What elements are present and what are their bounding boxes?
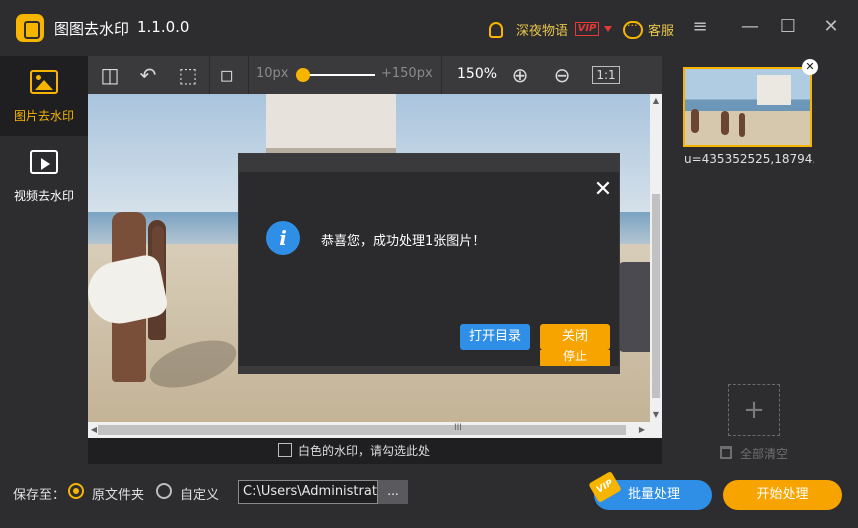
white-watermark-checkbox[interactable]	[278, 443, 292, 457]
user-icon[interactable]	[489, 22, 503, 38]
vip-badge[interactable]: VIP	[575, 22, 599, 36]
save-to-label: 保存至：	[13, 488, 66, 503]
editor-toolbar: ◫ ↶ ⬚ ◇ 10px +150px ⊕ ⊖ 1:1	[88, 56, 662, 94]
undo-icon[interactable]: ↶	[134, 61, 162, 89]
start-process-button[interactable]: 开始处理	[723, 480, 842, 510]
thumbnail-photo	[739, 113, 745, 137]
brush-size-slider[interactable]	[303, 74, 375, 76]
white-watermark-label[interactable]: 白色的水印，请勾选此处	[298, 442, 430, 459]
sidebar-item-label: 图片去水印	[13, 109, 74, 123]
sidebar-item-label: 视频去水印	[13, 189, 74, 203]
dialog-backdrop-header	[239, 154, 619, 172]
original-folder-label[interactable]: 原文件夹	[92, 484, 144, 503]
title-bar: 图图去水印 1.1.0.0 深夜物语 VIP 客服 ≡ — ☐ ✕	[0, 0, 858, 56]
vertical-scroll-thumb[interactable]	[652, 194, 660, 398]
split-view-icon[interactable]: ◫	[96, 61, 124, 89]
scroll-grip: III	[454, 423, 462, 433]
radio-custom-folder[interactable]	[156, 483, 172, 499]
success-dialog: ✕ i 恭喜您，成功处理1张图片！ 打开目录 关闭	[239, 172, 619, 350]
sidebar-item-video-watermark[interactable]: 视频去水印	[0, 136, 88, 216]
open-directory-button[interactable]: 打开目录	[460, 324, 530, 350]
add-file-button[interactable]: +	[728, 384, 780, 436]
user-name[interactable]: 深夜物语	[516, 20, 568, 39]
trash-icon[interactable]	[720, 446, 732, 459]
sidebar: 图片去水印 视频去水印	[0, 56, 88, 464]
remove-file-icon[interactable]: ✕	[802, 59, 818, 75]
zoom-in-icon[interactable]: ⊕	[506, 61, 534, 89]
video-icon	[30, 150, 58, 174]
select-rect-icon[interactable]: ⬚	[174, 61, 202, 89]
file-list-panel: ✕ u=435352525,18794... + 全部清空	[662, 56, 858, 464]
maximize-button[interactable]: ☐	[776, 16, 800, 40]
radio-original-folder[interactable]	[68, 483, 84, 499]
info-icon: i	[266, 221, 300, 255]
actual-size-button[interactable]: 1:1	[592, 66, 620, 84]
thumbnail-photo	[721, 111, 729, 135]
progress-dialog-backdrop: 停止 ✕ i 恭喜您，成功处理1张图片！ 打开目录 关闭	[238, 153, 620, 374]
sidebar-item-image-watermark[interactable]: 图片去水印	[0, 56, 88, 136]
custom-folder-label[interactable]: 自定义	[180, 484, 219, 503]
white-watermark-option: 白色的水印，请勾选此处	[88, 438, 662, 464]
toolbar-divider	[441, 56, 442, 94]
customer-service-link[interactable]: 客服	[648, 20, 674, 39]
thumbnail-photo	[757, 75, 791, 105]
toolbar-divider	[248, 56, 249, 94]
file-thumbnail[interactable]	[683, 67, 812, 147]
close-icon[interactable]: ✕	[591, 178, 615, 202]
file-name: u=435352525,18794...	[684, 152, 814, 166]
app-version: 1.1.0.0	[137, 18, 190, 36]
close-window-button[interactable]: ✕	[819, 16, 843, 40]
customer-service-icon[interactable]	[623, 19, 643, 39]
photo-lifeguard-tower	[266, 94, 396, 154]
eraser-icon[interactable]: ◇	[208, 55, 248, 95]
menu-icon[interactable]: ≡	[688, 16, 712, 40]
thumbnail-photo	[691, 109, 699, 133]
vertical-scrollbar[interactable]: ▲ ▼	[650, 94, 662, 422]
image-icon	[30, 70, 58, 94]
brush-size-slider-handle[interactable]	[296, 68, 310, 82]
close-button[interactable]: 关闭	[540, 324, 610, 350]
bottom-bar: 保存至： 原文件夹 自定义 C:\Users\Administrator ...…	[0, 464, 858, 528]
scroll-up-arrow[interactable]: ▲	[650, 94, 662, 108]
zoom-level: 150%	[457, 66, 498, 82]
app-title: 图图去水印	[54, 20, 130, 38]
brush-size-min: 10px	[256, 66, 289, 81]
chevron-down-icon[interactable]	[604, 26, 612, 32]
brush-size-max: +150px	[381, 66, 433, 81]
horizontal-scrollbar[interactable]: ◀ III ▶	[88, 422, 662, 438]
browse-button[interactable]: ...	[378, 480, 408, 504]
dialog-message: 恭喜您，成功处理1张图片！	[321, 234, 486, 249]
horizontal-scroll-thumb[interactable]	[98, 425, 626, 435]
scroll-down-arrow[interactable]: ▼	[650, 408, 662, 422]
photo-vehicle	[618, 262, 650, 352]
zoom-out-icon[interactable]: ⊖	[548, 61, 576, 89]
app-logo-icon	[16, 14, 44, 42]
minimize-button[interactable]: —	[738, 16, 762, 40]
scroll-right-arrow[interactable]: ▶	[636, 422, 648, 438]
dialog-backdrop-footer	[239, 366, 619, 374]
clear-all-button[interactable]: 全部清空	[740, 445, 788, 462]
save-path-input[interactable]: C:\Users\Administrator	[238, 480, 378, 504]
